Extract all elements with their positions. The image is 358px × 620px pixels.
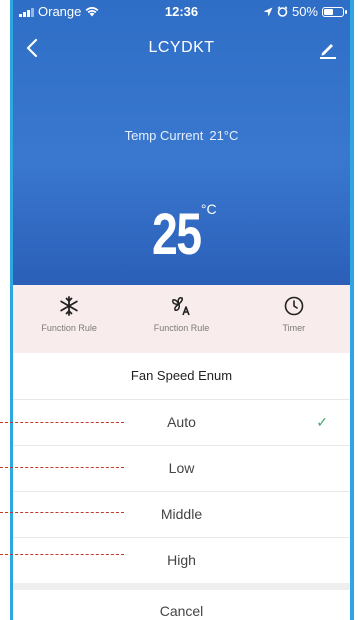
pencil-icon: [320, 44, 336, 59]
battery-level-fill: [324, 8, 333, 15]
clock-icon: [284, 296, 304, 316]
frame-line-right: [350, 0, 354, 620]
status-right: 50%: [263, 4, 347, 19]
sheet-divider: [13, 583, 350, 590]
nav-bar: LCYDKT: [13, 30, 350, 66]
function-label: Timer: [282, 323, 306, 333]
function-label: Function Rule: [41, 323, 97, 333]
snowflake-icon: [60, 296, 78, 316]
thermostat-hero: Orange 12:36 50% LCYDKT Temp Current 21°…: [13, 0, 350, 285]
cancel-button[interactable]: Cancel: [13, 590, 350, 620]
function-bar: Function Rule Function Rule Timer: [13, 285, 350, 353]
function-fan-button[interactable]: Function Rule: [125, 285, 237, 353]
annotation-dash-auto: [0, 422, 124, 423]
frame-line-left: [10, 0, 13, 620]
function-mode-button[interactable]: Function Rule: [13, 285, 125, 353]
battery-percent: 50%: [291, 4, 318, 19]
check-icon: ✓: [316, 414, 328, 430]
location-arrow-icon: [263, 7, 273, 16]
option-low[interactable]: Low: [13, 446, 350, 492]
option-label: Low: [168, 460, 195, 476]
sheet-title: Fan Speed Enum: [13, 353, 350, 400]
option-label: Middle: [160, 506, 203, 522]
option-auto[interactable]: Auto ✓: [13, 400, 350, 446]
option-label: Auto: [167, 414, 196, 430]
annotation-dash-low: [0, 467, 124, 468]
setpoint-unit: °C: [200, 201, 217, 217]
setpoint-display: 25°C: [13, 200, 350, 270]
option-high[interactable]: High: [13, 538, 350, 583]
edit-button[interactable]: [318, 36, 344, 62]
fan-auto-icon: [172, 297, 191, 316]
annotation-dash-middle: [0, 512, 124, 513]
app-screen: Orange 12:36 50% LCYDKT Temp Current 21°…: [13, 0, 350, 620]
function-timer-button[interactable]: Timer: [238, 285, 350, 353]
setpoint-value: 25: [152, 202, 202, 267]
current-temperature: Temp Current 21°C: [13, 128, 350, 143]
alarm-icon: [277, 6, 288, 17]
option-label: High: [167, 552, 196, 568]
page-title: LCYDKT: [148, 39, 215, 56]
annotation-dash-high: [0, 554, 124, 555]
function-label: Function Rule: [153, 323, 210, 333]
battery-icon: [322, 6, 347, 17]
status-bar: Orange 12:36 50%: [13, 0, 350, 22]
option-middle[interactable]: Middle: [13, 492, 350, 538]
temp-current-label: Temp Current: [124, 128, 204, 143]
temp-current-value: 21°C: [209, 128, 239, 143]
fan-speed-sheet: Fan Speed Enum Auto ✓ Low Middle High Ca…: [13, 353, 350, 620]
